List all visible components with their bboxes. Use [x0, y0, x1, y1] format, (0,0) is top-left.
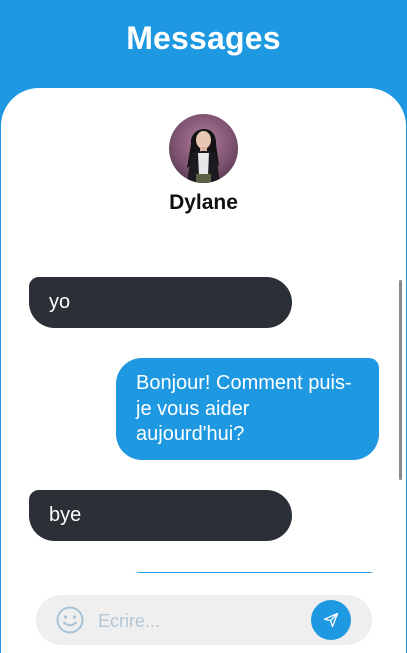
- message-text: bye: [49, 504, 82, 526]
- avatar[interactable]: [169, 114, 238, 183]
- message-bubble-received: bye: [29, 490, 292, 541]
- message-text: yo: [49, 291, 71, 313]
- app-header: Messages: [0, 0, 407, 90]
- scrollbar-thumb[interactable]: [399, 280, 402, 480]
- message-bubble-received: yo: [29, 277, 292, 328]
- paper-plane-icon: [323, 612, 339, 628]
- contact-photo: [169, 114, 238, 183]
- composer-bar: [1, 573, 406, 653]
- contact-name: Dylane: [169, 191, 238, 214]
- page-title: Messages: [126, 20, 281, 56]
- send-button[interactable]: [311, 600, 351, 640]
- message-bubble-sent: Bonjour! Comment puis-je vous aider aujo…: [116, 358, 379, 460]
- message-input-container: [36, 595, 372, 647]
- message-input[interactable]: [96, 595, 320, 647]
- chat-panel: Dylane yo Bonjour! Comment puis-je vous …: [1, 88, 406, 653]
- message-text: Bonjour! Comment puis-je vous aider aujo…: [136, 372, 352, 445]
- smiley-icon[interactable]: [55, 605, 85, 635]
